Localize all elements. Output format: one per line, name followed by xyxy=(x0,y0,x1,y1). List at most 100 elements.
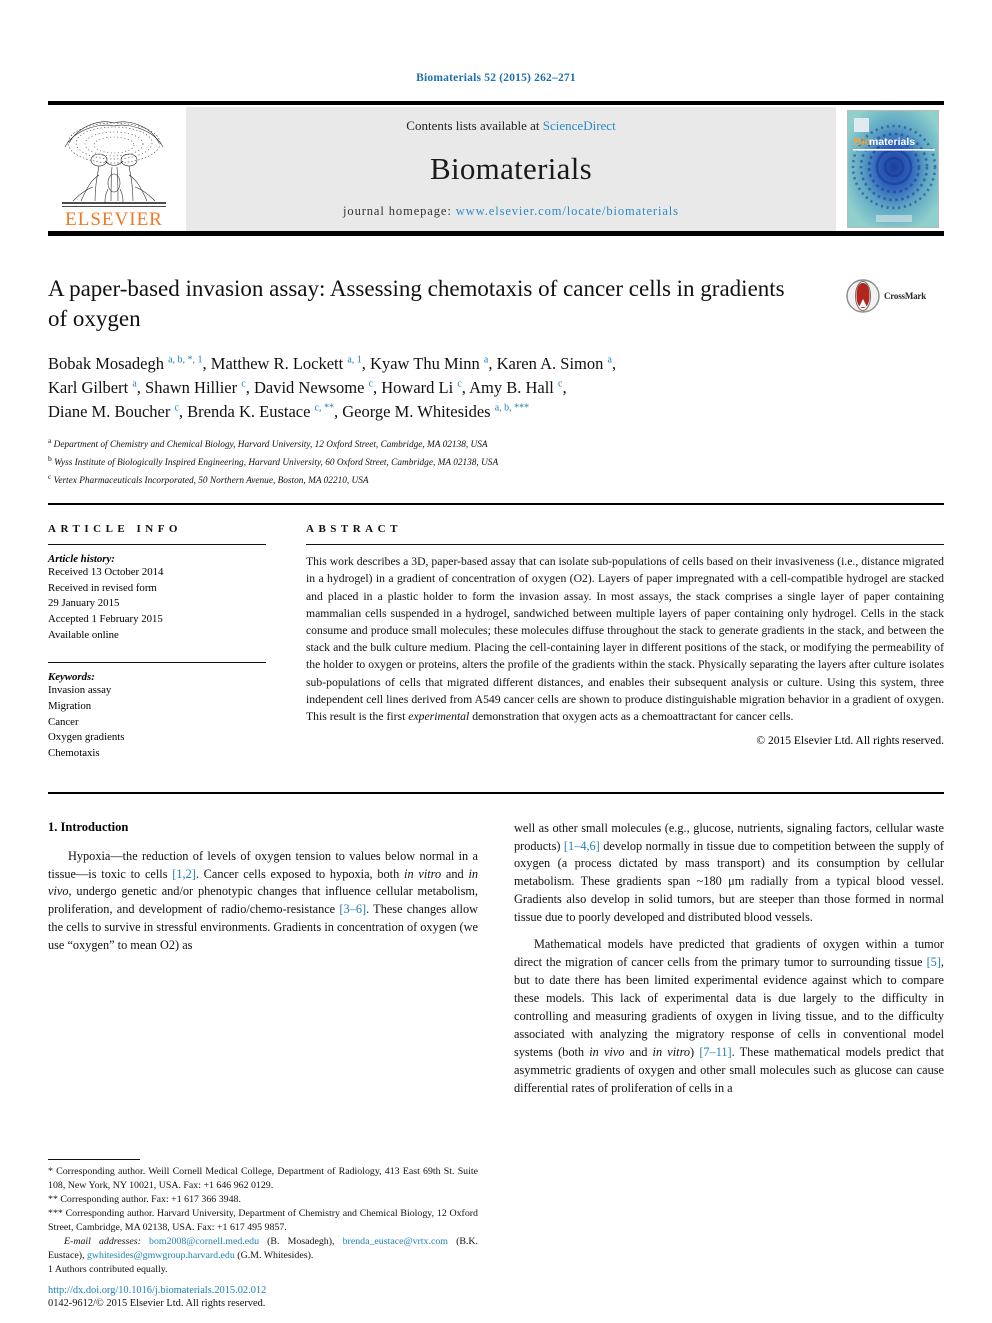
elsevier-tree-icon xyxy=(62,121,166,207)
paragraph-right-1: well as other small molecules (e.g., glu… xyxy=(514,820,944,928)
email-owner: (G.M. Whitesides). xyxy=(234,1249,314,1261)
article-history-label: Article history: xyxy=(48,553,115,566)
affiliation-c: c Vertex Pharmaceuticals Incorporated, 5… xyxy=(48,471,369,486)
elsevier-logo: ELSEVIER xyxy=(48,107,180,231)
article-info-heading: ARTICLE INFO xyxy=(48,522,182,535)
abstract-part-2: demonstration that oxygen acts as a chem… xyxy=(469,709,794,723)
citation-ref[interactable]: [7–11] xyxy=(699,1045,731,1059)
crossmark-badge[interactable]: CrossMark xyxy=(846,276,942,316)
footnote-rule xyxy=(48,1158,140,1160)
footnote-equal-contribution: 1 Authors contributed equally. xyxy=(48,1263,168,1275)
author-line-1: Bobak Mosadegh a, b, *, 1, Matthew R. Lo… xyxy=(48,353,617,373)
body-column-left: 1. Introduction Hypoxia—the reduction of… xyxy=(48,820,478,1107)
body-column-right: well as other small molecules (e.g., glu… xyxy=(514,820,944,1107)
author-line-3: Diane M. Boucher c, Brenda K. Eustace c,… xyxy=(48,401,530,421)
email-link-eustace[interactable]: brenda_eustace@vrtx.com xyxy=(343,1236,448,1247)
article-history-list: Received 13 October 2014 Received in rev… xyxy=(48,565,266,643)
journal-masthead: ELSEVIER Contents lists available at Sci… xyxy=(48,101,944,236)
footnote-corresponding-3: *** Corresponding author. Harvard Univer… xyxy=(48,1207,478,1233)
abstract-emphasis: experimental xyxy=(408,709,470,723)
history-item: Received 13 October 2014 xyxy=(48,566,164,579)
keyword-item: Chemotaxis xyxy=(48,746,100,759)
sciencedirect-link[interactable]: ScienceDirect xyxy=(543,118,616,133)
contents-prefix: Contents lists available at xyxy=(406,118,543,133)
homepage-prefix: journal homepage: xyxy=(343,204,456,218)
email-label: E-mail addresses: xyxy=(64,1235,141,1247)
footer-block: http://dx.doi.org/10.1016/j.biomaterials… xyxy=(48,1285,478,1309)
title-section-rule xyxy=(48,502,944,505)
journal-article-page: Biomaterials 52 (2015) 262–271 ELSEVIER … xyxy=(0,0,992,1323)
abstract-heading: ABSTRACT xyxy=(306,522,402,535)
keywords-label: Keywords: xyxy=(48,671,95,684)
doi-link[interactable]: http://dx.doi.org/10.1016/j.biomaterials… xyxy=(48,1285,478,1296)
history-item: Received in revised form xyxy=(48,581,157,594)
svg-text:materials: materials xyxy=(869,136,915,148)
text-run: Mathematical models have predicted that … xyxy=(514,937,944,970)
abstract-part-1: This work describes a 3D, paper-based as… xyxy=(306,555,944,723)
history-item: 29 January 2015 xyxy=(48,597,120,610)
cover-artwork-icon: Bio materials xyxy=(848,111,938,227)
text-run: and xyxy=(624,1044,653,1059)
article-info-rule xyxy=(48,543,266,546)
paragraph-right-2: Mathematical models have predicted that … xyxy=(514,936,944,1098)
journal-title: Biomaterials xyxy=(429,151,592,186)
citation-ref[interactable]: [1–4,6] xyxy=(564,839,600,853)
page-title: A paper-based invasion assay: Assessing … xyxy=(48,276,785,331)
abstract-copyright: © 2015 Elsevier Ltd. All rights reserved… xyxy=(756,735,944,748)
author-line-2: Karl Gilbert a, Shawn Hillier c, David N… xyxy=(48,377,567,397)
history-item: Available online xyxy=(48,628,119,641)
section-title-introduction: 1. Introduction xyxy=(48,819,129,834)
footnote-emails: E-mail addresses: bom2008@cornell.med.ed… xyxy=(48,1235,478,1263)
masthead-bottom-rule xyxy=(48,231,944,236)
masthead-center-panel: Contents lists available at ScienceDirec… xyxy=(186,107,836,231)
issn-copyright: 0142-9612/© 2015 Elsevier Ltd. All right… xyxy=(48,1298,266,1309)
running-head: Biomaterials 52 (2015) 262–271 xyxy=(416,72,576,84)
text-run: , but to date there has been limited exp… xyxy=(514,955,944,1059)
keywords-rule xyxy=(48,662,266,664)
body-columns: 1. Introduction Hypoxia—the reduction of… xyxy=(48,820,944,1107)
paragraph-left-1: Hypoxia—the reduction of levels of oxyge… xyxy=(48,848,478,956)
citation-ref[interactable]: [1,2] xyxy=(172,867,196,881)
email-link-mosadegh[interactable]: bom2008@cornell.med.edu xyxy=(149,1236,259,1247)
crossmark-label: CrossMark xyxy=(884,291,927,301)
title-block: A paper-based invasion assay: Assessing … xyxy=(48,274,944,489)
text-run: . Cancer cells exposed to hypoxia, both xyxy=(195,866,405,881)
abstract-text: This work describes a 3D, paper-based as… xyxy=(306,553,944,725)
text-italic: in vivo xyxy=(589,1044,625,1059)
abstract-bottom-rule xyxy=(48,791,944,794)
citation-ref[interactable]: [5] xyxy=(927,955,941,969)
text-italic: in vitro xyxy=(652,1044,691,1059)
author-list: Bobak Mosadegh a, b, *, 1, Matthew R. Lo… xyxy=(48,352,944,424)
journal-homepage-line: journal homepage: www.elsevier.com/locat… xyxy=(343,204,679,219)
keywords-list: Invasion assay Migration Cancer Oxygen g… xyxy=(48,683,266,761)
history-item: Accepted 1 February 2015 xyxy=(48,613,163,626)
crossmark-icon xyxy=(846,279,880,313)
info-abstract-section: ARTICLE INFO Article history: Received 1… xyxy=(48,523,944,762)
keyword-item: Invasion assay xyxy=(48,684,112,697)
abstract-rule xyxy=(306,543,944,546)
masthead-top-rule xyxy=(48,101,944,105)
keyword-item: Oxygen gradients xyxy=(48,731,125,744)
text-run: and xyxy=(441,866,469,881)
article-info-column: ARTICLE INFO Article history: Received 1… xyxy=(48,523,284,762)
affiliation-a: a Department of Chemistry and Chemical B… xyxy=(48,435,488,450)
cover-image: Bio materials xyxy=(847,110,939,228)
footnote-corresponding-1: * Corresponding author. Weill Cornell Me… xyxy=(48,1165,478,1191)
text-italic: in vitro xyxy=(404,866,442,881)
journal-cover-thumbnail: Bio materials xyxy=(842,107,944,231)
keyword-item: Cancer xyxy=(48,715,79,728)
keyword-item: Migration xyxy=(48,699,92,712)
citation-ref[interactable]: [3–6] xyxy=(339,902,366,916)
journal-homepage-link[interactable]: www.elsevier.com/locate/biomaterials xyxy=(456,204,679,218)
email-owner: (B. Mosadegh), xyxy=(259,1235,343,1247)
footnotes-block: * Corresponding author. Weill Cornell Me… xyxy=(48,1158,478,1278)
affiliation-list: a Department of Chemistry and Chemical B… xyxy=(48,435,944,489)
elsevier-wordmark: ELSEVIER xyxy=(65,209,163,230)
footnote-corresponding-2: ** Corresponding author. Fax: +1 617 366… xyxy=(48,1193,241,1205)
email-link-whitesides[interactable]: gwhitesides@gmwgroup.harvard.edu xyxy=(87,1250,235,1261)
contents-available-line: Contents lists available at ScienceDirec… xyxy=(406,118,615,134)
text-run: ) xyxy=(690,1044,700,1059)
affiliation-b: b Wyss Institute of Biologically Inspire… xyxy=(48,453,499,468)
abstract-column: ABSTRACT This work describes a 3D, paper… xyxy=(284,523,944,762)
